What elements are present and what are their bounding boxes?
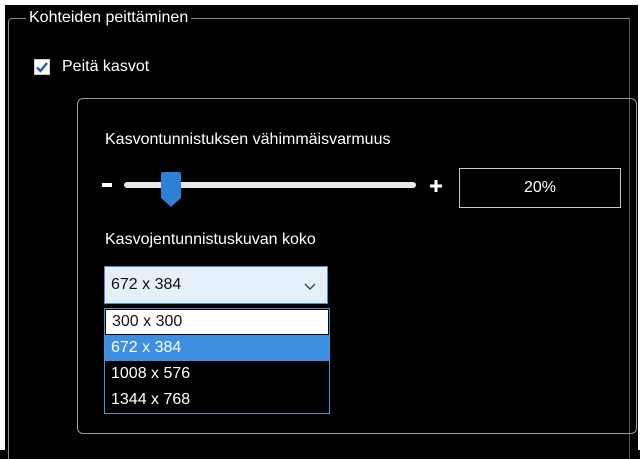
hide-faces-row[interactable]: Peitä kasvot <box>34 56 149 78</box>
confidence-label: Kasvontunnistuksen vähimmäisvarmuus <box>105 131 391 148</box>
image-size-dropdown-list: 300 x 300 672 x 384 1008 x 576 1344 x 76… <box>104 308 330 414</box>
confidence-value-field[interactable]: 20% <box>459 168 621 208</box>
dropdown-option-0[interactable]: 300 x 300 <box>106 310 328 334</box>
minus-icon[interactable] <box>102 183 112 187</box>
confidence-slider-thumb[interactable] <box>160 172 182 208</box>
confidence-value-text: 20% <box>523 179 557 196</box>
dropdown-option-2[interactable]: 1008 x 576 <box>105 361 329 387</box>
checkmark-icon <box>36 62 48 73</box>
hide-faces-label[interactable]: Peitä kasvot <box>62 58 149 76</box>
plus-icon[interactable] <box>430 180 442 192</box>
chevron-down-icon <box>304 283 316 290</box>
image-size-label: Kasvojentunnistuskuvan koko <box>105 231 316 248</box>
group-title: Kohteiden peittäminen <box>26 8 192 28</box>
hide-faces-checkbox[interactable] <box>34 59 50 75</box>
image-size-selected: 672 x 384 <box>111 276 182 293</box>
dropdown-option-1[interactable]: 672 x 384 <box>105 335 329 361</box>
image-size-select[interactable]: 672 x 384 <box>104 266 328 304</box>
dropdown-option-3[interactable]: 1344 x 768 <box>105 387 329 413</box>
